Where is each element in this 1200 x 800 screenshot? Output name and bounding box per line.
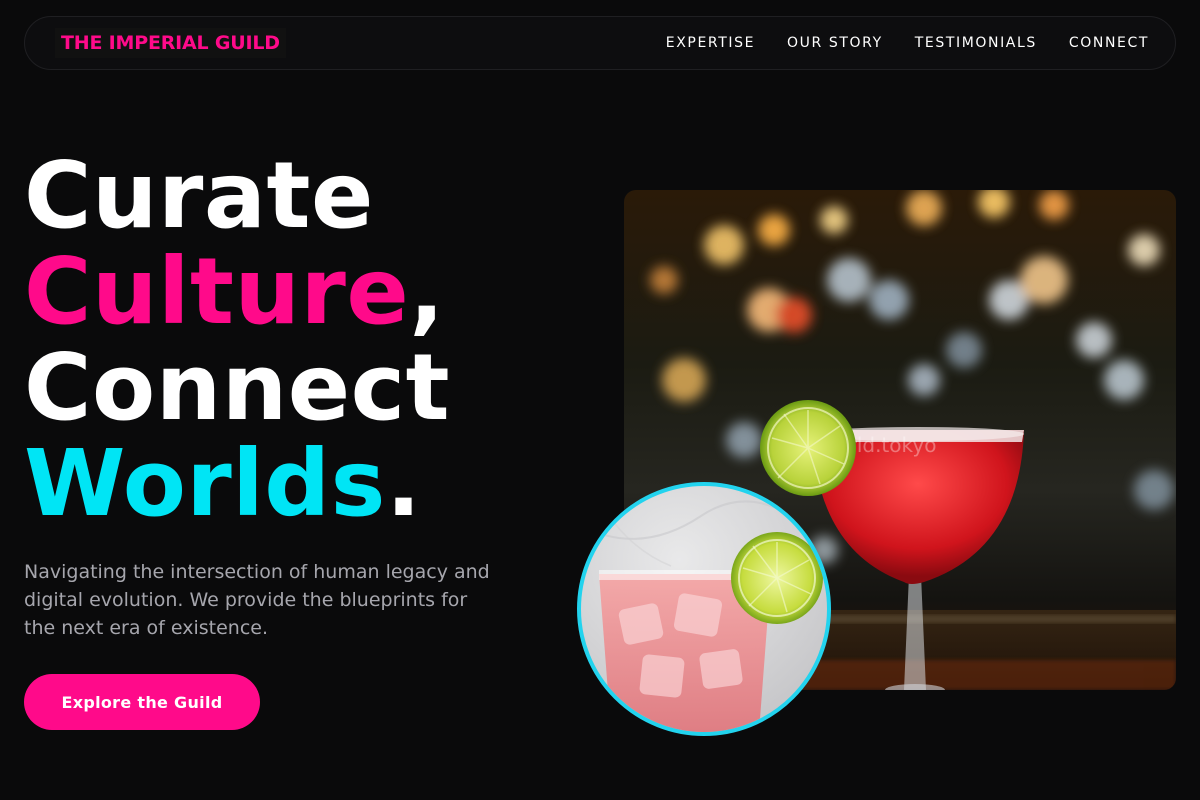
nav-link-our-story[interactable]: OUR STORY [787, 35, 883, 51]
nav-link-expertise[interactable]: EXPERTISE [666, 35, 755, 51]
headline-line-3: Connect [24, 334, 451, 441]
headline-period: . [385, 430, 422, 537]
explore-guild-button[interactable]: Explore the Guild [24, 674, 260, 730]
landing-page: THE IMPERIAL GUILD EXPERTISE OUR STORY T… [0, 0, 1200, 800]
headline-comma: , [409, 238, 445, 345]
hero-subtitle: Navigating the intersection of human leg… [24, 561, 490, 639]
headline-line-2: Culture, [24, 244, 450, 340]
nav-link-testimonials[interactable]: TESTIMONIALS [915, 35, 1037, 51]
brand-logo[interactable]: THE IMPERIAL GUILD [55, 28, 286, 58]
headline-word-culture: Culture [24, 238, 410, 345]
headline-line-1: Curate [24, 142, 374, 249]
hero-headline: Curate Culture, Connect Worlds. [24, 148, 450, 532]
iced-drink-illustration [581, 486, 827, 732]
top-navbar: THE IMPERIAL GUILD EXPERTISE OUR STORY T… [24, 16, 1176, 70]
round-drink-image [577, 482, 831, 736]
headline-line-4: Worlds. [24, 436, 450, 532]
nav-link-connect[interactable]: CONNECT [1069, 35, 1149, 51]
headline-word-worlds: Worlds [24, 430, 386, 537]
nav-links: EXPERTISE OUR STORY TESTIMONIALS CONNECT [666, 35, 1149, 51]
